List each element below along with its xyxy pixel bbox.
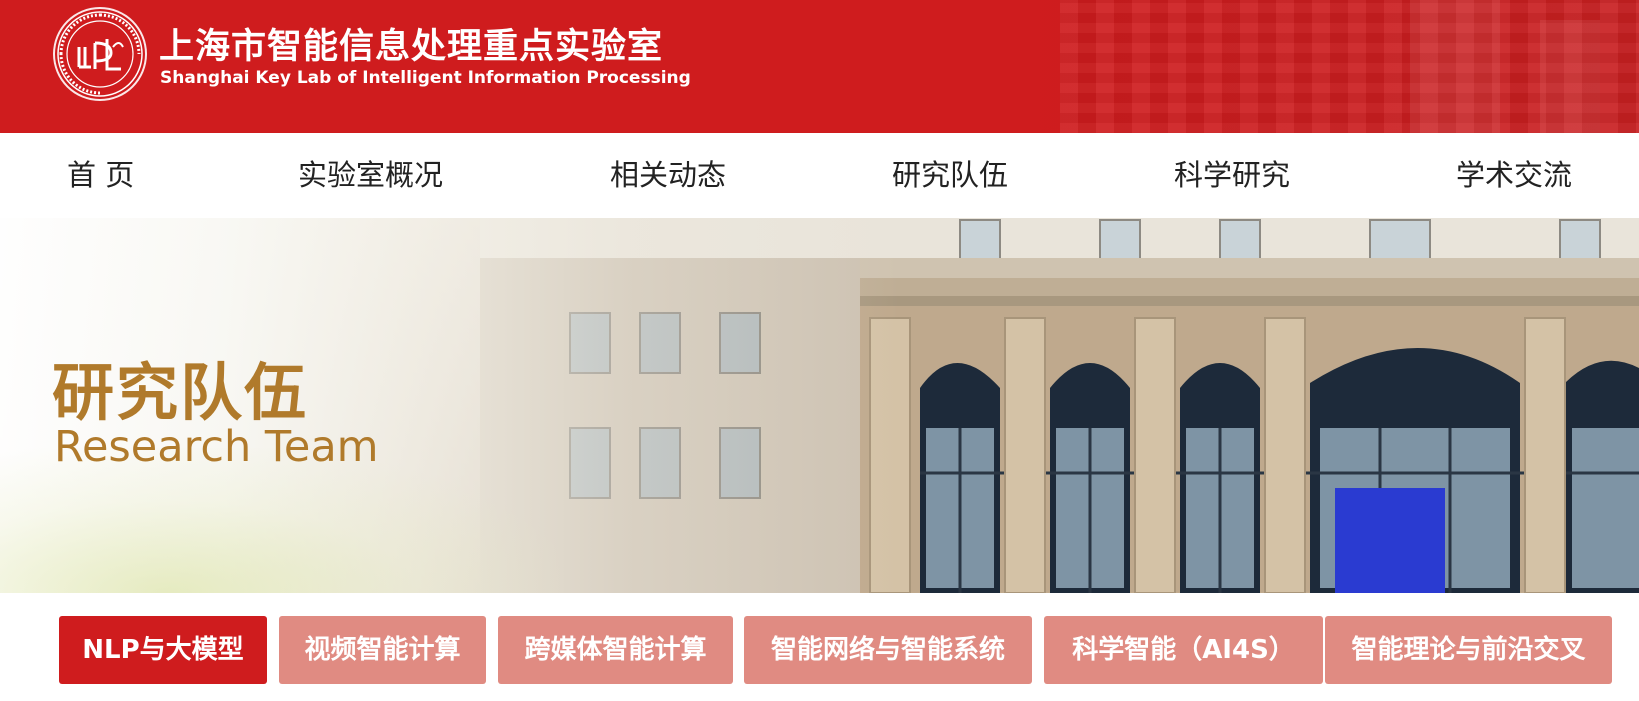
nav-item-research-team[interactable]: 研究队伍 [892, 133, 1008, 218]
banner-title-en: Research Team [54, 422, 379, 472]
site-title-en[interactable]: Shanghai Key Lab of Intelligent Informat… [160, 68, 691, 88]
banner-title-cn: 研究队伍 [52, 356, 309, 429]
nav-item-news[interactable]: 相关动态 [610, 133, 726, 218]
nav-item-academic-exchange[interactable]: 学术交流 [1456, 133, 1572, 218]
nav-item-lab-overview[interactable]: 实验室概况 [298, 133, 443, 218]
header-skyline-building [1540, 20, 1600, 133]
nav-item-research[interactable]: 科学研究 [1174, 133, 1290, 218]
nav-item-home[interactable]: 首 页 [67, 133, 134, 218]
site-title-cn[interactable]: 上海市智能信息处理重点实验室 [159, 18, 663, 69]
tab-ai4s[interactable]: 科学智能（AI4S） [1044, 616, 1323, 684]
tab-nlp-llm[interactable]: NLP与大模型 [59, 616, 267, 684]
tab-theory-frontier[interactable]: 智能理论与前沿交叉 [1325, 616, 1612, 684]
tab-cross-media[interactable]: 跨媒体智能计算 [498, 616, 733, 684]
page-banner: 研究队伍 Research Team [0, 218, 1639, 593]
research-group-tabs: NLP与大模型 视频智能计算 跨媒体智能计算 智能网络与智能系统 科学智能（AI… [0, 593, 1639, 701]
tab-intelligent-network[interactable]: 智能网络与智能系统 [744, 616, 1032, 684]
site-header: 上海市智能信息处理重点实验室 Shanghai Key Lab of Intel… [0, 0, 1639, 133]
header-skyline-building [1410, 0, 1500, 133]
main-nav: 首 页 实验室概况 相关动态 研究队伍 科学研究 学术交流 [0, 133, 1639, 218]
tab-video-computing[interactable]: 视频智能计算 [279, 616, 486, 684]
lab-seal-icon[interactable] [53, 7, 147, 101]
